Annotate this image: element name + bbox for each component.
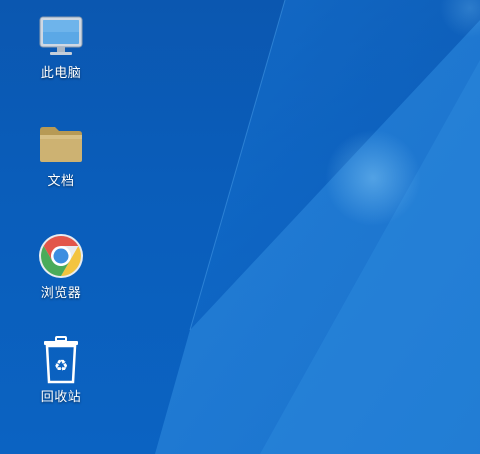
desktop-icon-documents[interactable]: 文档: [21, 120, 101, 189]
desktop[interactable]: 此电脑 文档 浏览器 ♻ 回收站: [0, 0, 480, 454]
desktop-icon-browser[interactable]: 浏览器: [21, 232, 101, 301]
desktop-icon-label: 文档: [47, 174, 75, 189]
desktop-icon-label: 此电脑: [40, 66, 82, 81]
desktop-icon-label: 浏览器: [40, 286, 82, 301]
folder-icon: [37, 120, 85, 168]
svg-text:♻: ♻: [54, 356, 68, 375]
browser-icon: [37, 232, 85, 280]
recycle-bin-icon: ♻: [37, 336, 85, 384]
computer-icon: [37, 12, 85, 60]
desktop-icon-label: 回收站: [40, 390, 82, 405]
desktop-icon-this-pc[interactable]: 此电脑: [21, 12, 101, 81]
desktop-icon-recycle-bin[interactable]: ♻ 回收站: [21, 336, 101, 405]
